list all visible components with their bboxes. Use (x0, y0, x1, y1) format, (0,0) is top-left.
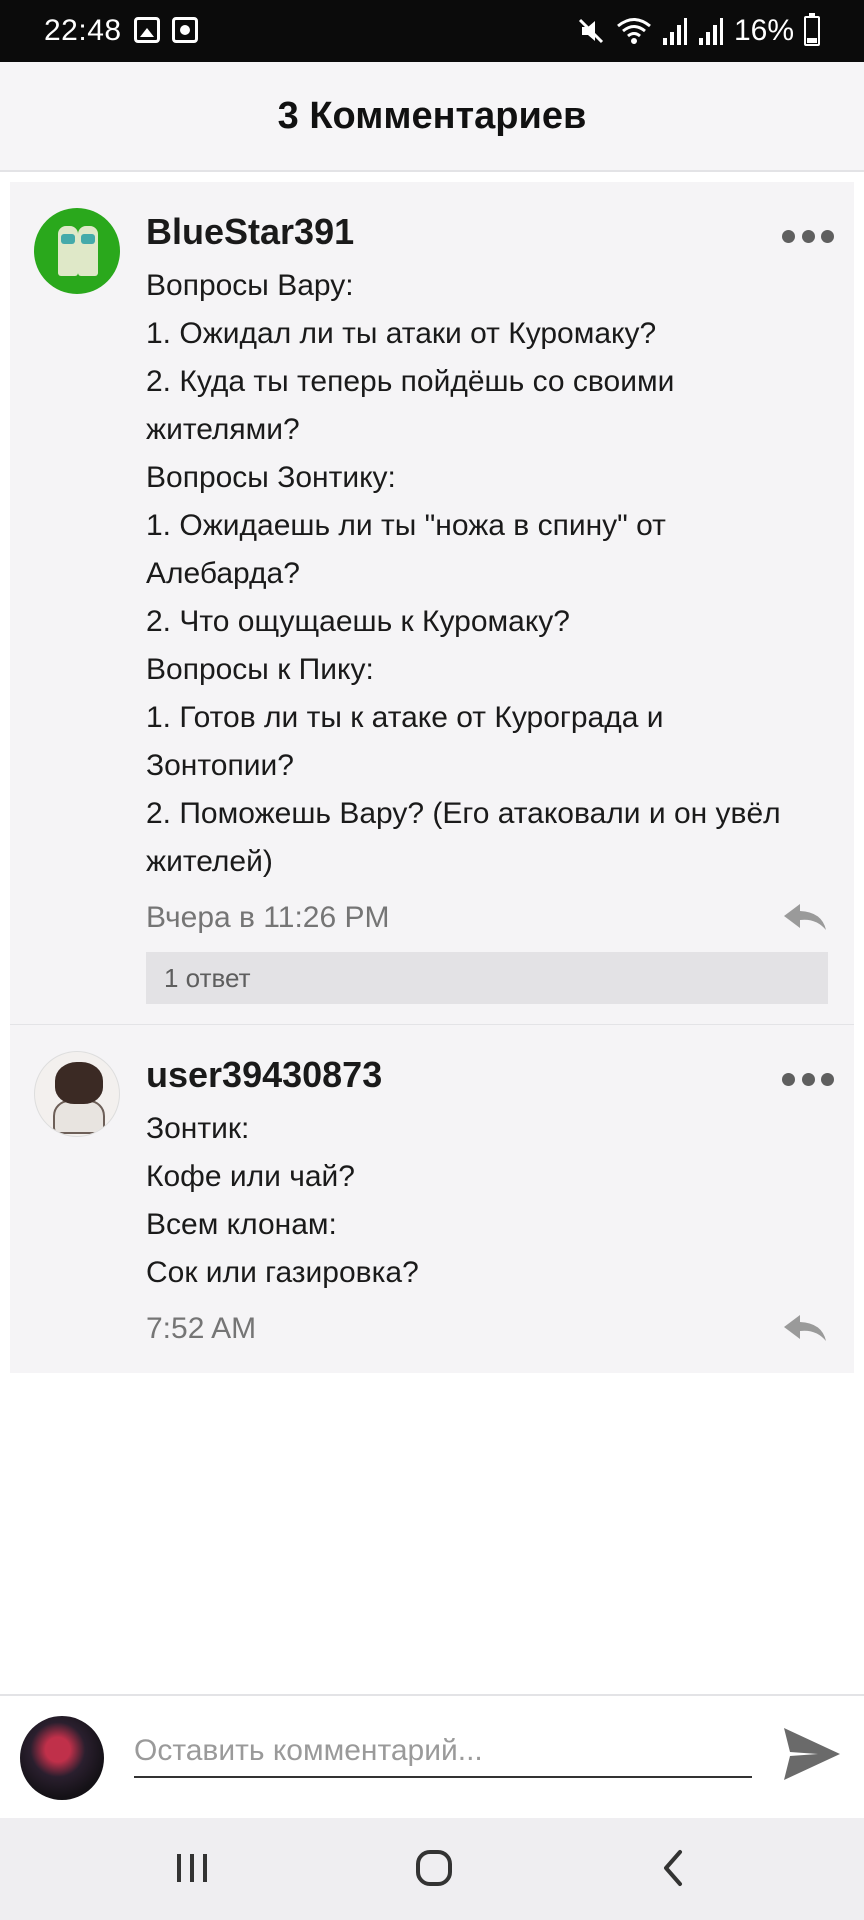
comment-item: BlueStar391 Вопросы Вару: 1. Ожидал ли т… (10, 182, 854, 1024)
battery-icon (804, 13, 820, 46)
status-right-group: 16% (576, 13, 820, 48)
wifi-icon (617, 18, 651, 44)
comment-line: Всем клонам: (146, 1208, 337, 1241)
system-nav-bar (0, 1818, 864, 1920)
comment-line: 1. Ожидаешь ли ты "ножа в спину" от (146, 509, 666, 542)
screen-record-icon (172, 17, 198, 43)
comment-line: Кофе или чай? (146, 1160, 355, 1193)
comment-line: Вопросы к Пику: (146, 653, 374, 686)
status-time: 22:48 (44, 14, 122, 47)
comment-line: Зонтопии? (146, 749, 294, 782)
comment-line: 1. Готов ли ты к атаке от Курограда и (146, 701, 664, 734)
send-icon[interactable] (782, 1726, 842, 1782)
comment-username[interactable]: user39430873 (146, 1053, 828, 1097)
comment-line: 1. Ожидал ли ты атаки от Куромаку? (146, 317, 657, 350)
comment-timestamp: Вчера в 11:26 PM (146, 901, 390, 934)
comment-username[interactable]: BlueStar391 (146, 210, 828, 254)
comment-line: жителей) (146, 845, 273, 878)
view-replies-button[interactable]: 1 ответ (146, 952, 828, 1004)
comment-text: Зонтик: Кофе или чай? Всем клонам: Сок и… (146, 1105, 828, 1297)
status-bar: 22:48 16% (0, 0, 864, 62)
avatar[interactable] (34, 1051, 120, 1137)
comment-line: Зонтик: (146, 1112, 250, 1145)
comments-header: 3 Комментариев (0, 62, 864, 172)
page-title: 3 Комментариев (277, 94, 587, 137)
avatar (20, 1716, 104, 1800)
more-options-icon[interactable] (782, 1073, 834, 1087)
comment-line: 2. Поможешь Вару? (Его атаковали и он ув… (146, 797, 781, 830)
mute-icon (578, 18, 604, 44)
comment-meta: 7:52 AM (146, 1305, 828, 1353)
comment-text: Вопросы Вару: 1. Ожидал ли ты атаки от К… (146, 262, 828, 886)
comment-line: 2. Куда ты теперь пойдёшь со своими (146, 365, 675, 398)
signal-icon (698, 18, 723, 45)
comment-meta: Вчера в 11:26 PM (146, 894, 828, 942)
signal-icon (662, 18, 687, 45)
comment-item: user39430873 Зонтик: Кофе или чай? Всем … (10, 1024, 854, 1373)
comment-composer (0, 1694, 864, 1818)
comment-line: Сок или газировка? (146, 1256, 419, 1289)
comment-line: 2. Что ощущаешь к Куромаку? (146, 605, 570, 638)
recent-apps-icon[interactable] (174, 1844, 210, 1892)
reply-icon[interactable] (782, 902, 828, 932)
comment-line: жителями? (146, 413, 300, 446)
battery-percent: 16% (733, 14, 794, 47)
reply-icon[interactable] (782, 1313, 828, 1343)
comment-timestamp: 7:52 AM (146, 1312, 257, 1345)
comment-input[interactable] (134, 1726, 752, 1778)
home-icon[interactable] (414, 1844, 454, 1892)
gallery-icon (134, 17, 160, 43)
comment-line: Вопросы Вару: (146, 269, 354, 302)
comments-list: BlueStar391 Вопросы Вару: 1. Ожидал ли т… (10, 182, 854, 1373)
comment-line: Алебарда? (146, 557, 300, 590)
avatar[interactable] (34, 208, 120, 294)
comment-line: Вопросы Зонтику: (146, 461, 396, 494)
back-icon[interactable] (658, 1844, 688, 1892)
more-options-icon[interactable] (782, 230, 834, 244)
